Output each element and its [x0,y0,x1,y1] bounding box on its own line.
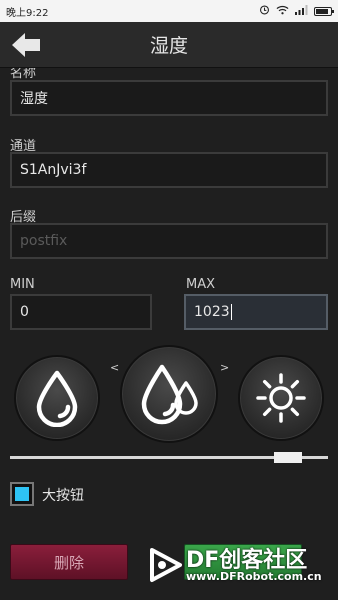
title-bar: 湿度 [0,22,338,68]
prev-icon-arrow[interactable]: < [110,361,119,374]
channel-field[interactable]: S1AnJvi3f [10,152,328,188]
status-time: 晚上9:22 [6,7,49,19]
next-icon-arrow[interactable]: > [220,361,229,374]
max-value: 1023 [194,304,230,320]
big-button-label: 大按钮 [42,488,84,504]
signal-icon [295,4,308,18]
single-drop-icon[interactable] [14,355,100,441]
suffix-placeholder: postfix [20,233,68,249]
suffix-field[interactable]: postfix [10,223,328,259]
channel-value: S1AnJvi3f [20,162,87,178]
big-button-checkbox[interactable] [10,482,34,506]
watermark: DF创客社区 www.DFRobot.com.cn [150,538,338,598]
sun-icon[interactable] [238,355,324,441]
double-drop-icon[interactable] [120,345,218,443]
name-field[interactable]: 湿度 [10,80,328,116]
dfrobot-logo-icon [150,548,182,582]
text-cursor [230,304,232,320]
name-value: 湿度 [20,91,48,107]
battery-icon [314,6,334,16]
wifi-icon [276,5,289,18]
slider-thumb[interactable] [274,452,302,463]
max-label: MAX [186,277,216,292]
status-bar: 晚上9:22 [0,0,338,22]
max-field[interactable]: 1023 [184,294,328,330]
delete-label: 删除 [53,553,84,572]
page-title: 湿度 [149,35,188,57]
min-label: MIN [10,277,35,292]
min-value: 0 [20,304,29,320]
alarm-icon [259,4,270,18]
back-arrow-icon[interactable] [10,31,42,59]
watermark-url: www.DFRobot.com.cn [186,570,322,583]
min-field[interactable]: 0 [10,294,152,330]
delete-button[interactable]: 删除 [10,544,128,580]
checkbox-fill [15,487,29,501]
status-icons [259,4,334,18]
